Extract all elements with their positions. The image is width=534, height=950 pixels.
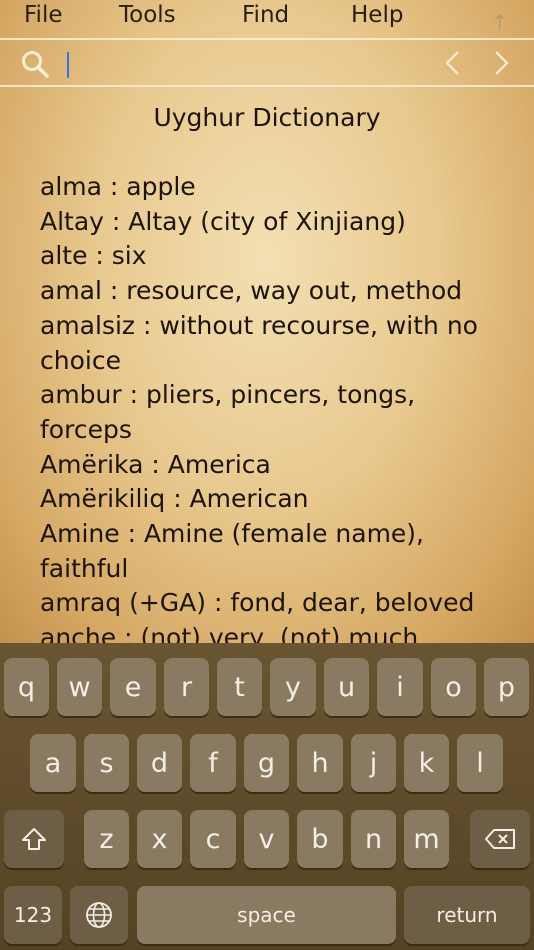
key-v[interactable]: v <box>244 810 289 868</box>
keyboard: q w e r t y u i o p a s d f g h j k l z … <box>0 643 534 950</box>
list-item[interactable]: anche : (not) very, (not) much <box>40 621 510 643</box>
search-bar <box>0 41 534 85</box>
space-key[interactable]: space <box>137 886 396 944</box>
return-key[interactable]: return <box>404 886 530 944</box>
key-m[interactable]: m <box>404 810 449 868</box>
forward-arrow-icon[interactable] <box>488 48 514 78</box>
key-i[interactable]: i <box>377 658 423 716</box>
key-z[interactable]: z <box>84 810 129 868</box>
menu-help[interactable]: Help <box>351 2 403 28</box>
key-e[interactable]: e <box>110 658 156 716</box>
key-h[interactable]: h <box>297 734 343 792</box>
globe-key[interactable] <box>70 886 128 944</box>
key-l[interactable]: l <box>457 734 503 792</box>
list-item[interactable]: alma : apple <box>40 170 510 205</box>
text-cursor <box>67 52 69 78</box>
page-title: Uyghur Dictionary <box>153 103 381 132</box>
search-input[interactable] <box>62 47 422 79</box>
scroll-top-icon[interactable]: ↑ <box>491 10 508 34</box>
key-k[interactable]: k <box>404 734 449 792</box>
search-icon <box>22 51 49 78</box>
menu-find[interactable]: Find <box>242 2 289 28</box>
list-item[interactable]: Altay : Altay (city of Xinjiang) <box>40 205 510 240</box>
entry-list: alma : apple Altay : Altay (city of Xinj… <box>40 170 510 643</box>
key-f[interactable]: f <box>190 734 236 792</box>
list-item[interactable]: amal : resource, way out, method <box>40 274 510 309</box>
key-u[interactable]: u <box>324 658 369 716</box>
list-item[interactable]: alte : six <box>40 239 510 274</box>
back-arrow-icon[interactable] <box>440 48 466 78</box>
key-n[interactable]: n <box>351 810 396 868</box>
key-b[interactable]: b <box>297 810 343 868</box>
menu-tools[interactable]: Tools <box>119 2 176 28</box>
key-c[interactable]: c <box>190 810 236 868</box>
menu-file[interactable]: File <box>24 2 63 28</box>
key-r[interactable]: r <box>164 658 209 716</box>
shift-icon <box>22 828 46 850</box>
list-item[interactable]: ambur : pliers, pincers, tongs, forceps <box>40 378 510 447</box>
list-item[interactable]: amraq (+GA) : fond, dear, beloved <box>40 586 510 621</box>
key-t[interactable]: t <box>217 658 262 716</box>
globe-icon <box>86 902 112 928</box>
list-item[interactable]: amalsiz : without recourse, with no choi… <box>40 309 510 378</box>
key-s[interactable]: s <box>84 734 129 792</box>
divider <box>0 85 534 87</box>
key-x[interactable]: x <box>137 810 182 868</box>
list-item[interactable]: Amine : Amine (female name), faithful <box>40 517 510 586</box>
menu-bar: File Tools Find Help ↑ <box>0 0 534 38</box>
delete-key[interactable] <box>470 810 530 868</box>
key-d[interactable]: d <box>137 734 182 792</box>
key-w[interactable]: w <box>57 658 102 716</box>
shift-key[interactable] <box>4 810 64 868</box>
key-o[interactable]: o <box>431 658 476 716</box>
key-y[interactable]: y <box>270 658 316 716</box>
key-p[interactable]: p <box>484 658 529 716</box>
list-item[interactable]: Amërikiliq : American <box>40 482 510 517</box>
key-j[interactable]: j <box>351 734 396 792</box>
divider <box>0 38 534 40</box>
dictionary-view: File Tools Find Help ↑ Uyghur Dictionary… <box>0 0 534 643</box>
key-a[interactable]: a <box>30 734 76 792</box>
list-item[interactable]: Amërika : America <box>40 448 510 483</box>
numbers-key[interactable]: 123 <box>4 886 62 944</box>
key-g[interactable]: g <box>244 734 289 792</box>
key-q[interactable]: q <box>4 658 49 716</box>
backspace-icon <box>485 829 515 849</box>
